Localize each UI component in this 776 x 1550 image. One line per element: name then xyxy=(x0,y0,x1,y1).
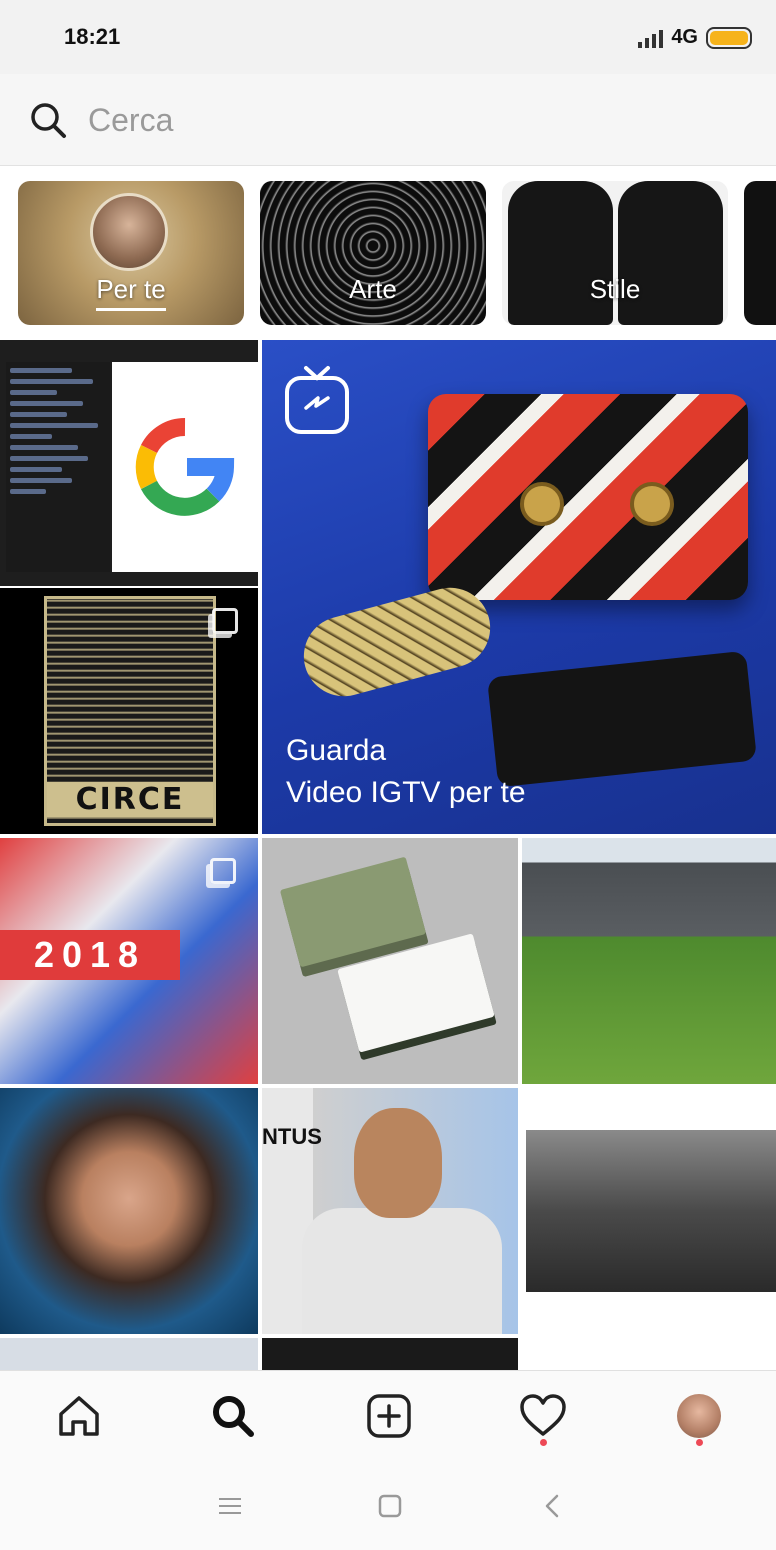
grid-post[interactable]: NTUS xyxy=(262,1088,518,1334)
nav-profile-button[interactable] xyxy=(672,1389,726,1446)
system-nav-bar xyxy=(0,1460,776,1550)
nav-activity-button[interactable] xyxy=(516,1389,570,1446)
home-icon xyxy=(59,1396,99,1436)
profile-notification-dot xyxy=(696,1439,703,1446)
status-time: 18:21 xyxy=(64,24,121,49)
igtv-caption-line1: Guarda xyxy=(286,734,387,767)
search-bar xyxy=(0,74,776,166)
system-home-button[interactable] xyxy=(370,1488,410,1524)
igtv-icon xyxy=(285,366,349,434)
menu-icon xyxy=(219,1498,241,1514)
bw-street-photo xyxy=(526,1130,776,1292)
handbag-image xyxy=(428,394,748,600)
juventus-text: NTUS xyxy=(262,1124,322,1149)
add-icon xyxy=(367,1394,411,1438)
back-icon xyxy=(545,1494,559,1518)
nav-home-button[interactable] xyxy=(52,1389,106,1443)
status-icons: 4G xyxy=(638,26,752,49)
network-label: 4G xyxy=(671,26,698,48)
medallion-image xyxy=(630,482,674,526)
battery-icon xyxy=(706,26,752,49)
grid-post[interactable] xyxy=(262,1338,518,1370)
search-icon xyxy=(31,103,66,138)
topic-avatar xyxy=(90,193,168,271)
player-shirt-image xyxy=(302,1208,502,1334)
wallet-image xyxy=(486,650,758,788)
system-back-button[interactable] xyxy=(532,1488,572,1524)
google-logo-image xyxy=(112,362,258,572)
activity-notification-dot xyxy=(540,1439,547,1446)
heart-icon xyxy=(520,1394,566,1436)
topic-per-te[interactable]: Per te xyxy=(18,181,244,325)
igtv-promo-tile[interactable]: Guarda Video IGTV per te xyxy=(262,340,776,834)
topic-label: Stile xyxy=(589,274,641,304)
grid-post[interactable] xyxy=(0,1338,258,1370)
topic-carousel: Per te Arte Stile xyxy=(0,166,776,340)
profile-avatar xyxy=(677,1394,721,1438)
carousel-icon xyxy=(210,858,236,884)
carousel-icon xyxy=(210,362,236,388)
carousel-icon xyxy=(212,608,238,634)
google-g-icon xyxy=(135,417,235,516)
grid-post[interactable] xyxy=(262,838,518,1084)
circe-text: CIRCE xyxy=(47,782,213,817)
igtv-caption-line2: Video IGTV per te xyxy=(286,776,526,809)
medallion-image xyxy=(520,482,564,526)
grid-post[interactable] xyxy=(0,1088,258,1334)
code-editor-image xyxy=(6,362,110,572)
topic-label: Per te xyxy=(96,274,166,304)
grid-post[interactable]: CIRCE xyxy=(0,588,258,834)
player-head-image xyxy=(354,1108,442,1218)
home-square-icon xyxy=(378,1494,402,1518)
nav-search-button[interactable] xyxy=(206,1389,260,1443)
search-icon xyxy=(213,1396,254,1437)
topic-arte[interactable]: Arte xyxy=(260,181,486,325)
status-bar: 18:21 4G xyxy=(0,0,776,74)
grid-post[interactable]: 2018 xyxy=(0,838,258,1084)
search-input[interactable] xyxy=(88,96,728,144)
sunglasses-image xyxy=(294,578,500,706)
system-menu-button[interactable] xyxy=(210,1488,250,1524)
nav-add-button[interactable] xyxy=(362,1389,416,1443)
grid-post[interactable] xyxy=(0,340,258,586)
topic-stile[interactable]: Stile xyxy=(502,181,728,325)
grid-post[interactable] xyxy=(522,1088,776,1334)
bottom-nav xyxy=(0,1370,776,1460)
topic-selected-underline xyxy=(96,308,166,311)
grid-post[interactable] xyxy=(522,838,776,1084)
poster-text: 2018 xyxy=(0,930,180,980)
topic-next[interactable] xyxy=(744,181,776,325)
topic-label: Arte xyxy=(349,274,397,304)
signal-icon xyxy=(638,28,664,48)
circe-poster: CIRCE xyxy=(44,596,216,826)
explore-grid: CIRCE Guarda Video IGTV per te 2018 NTUS xyxy=(0,340,776,1370)
igtv-caption: Guarda Video IGTV per te xyxy=(286,730,526,814)
